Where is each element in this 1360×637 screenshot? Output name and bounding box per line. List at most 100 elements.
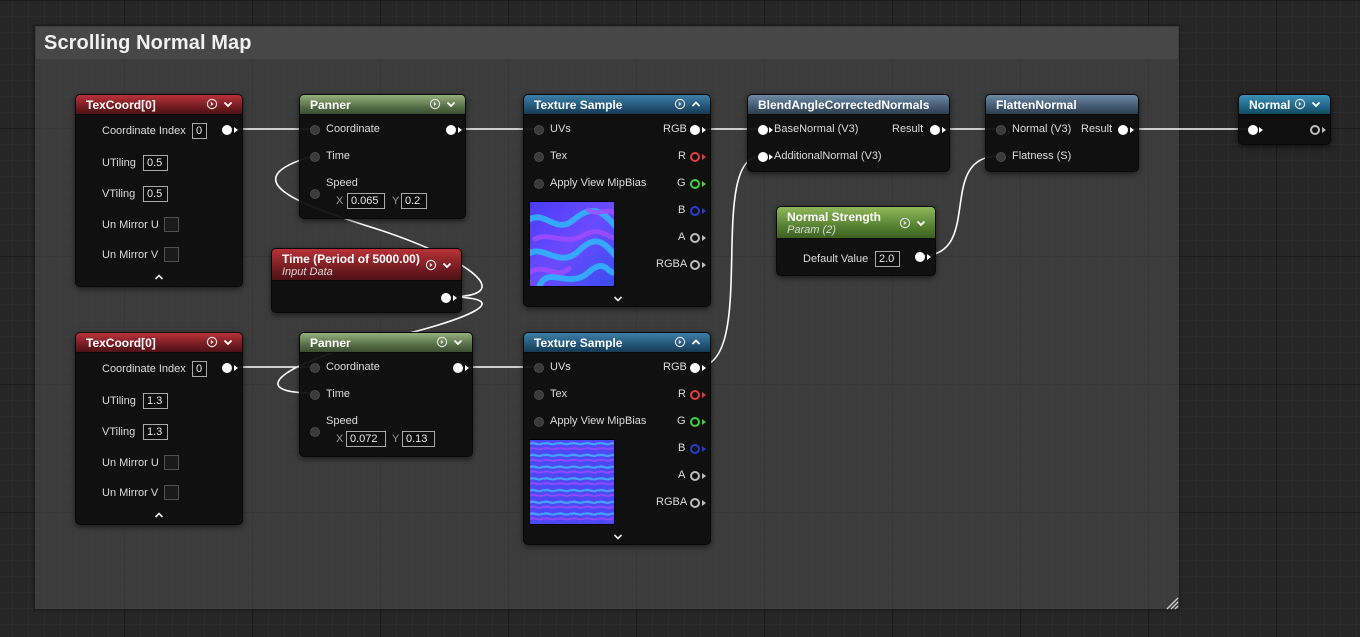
speed-x-input[interactable]: 0.065	[347, 193, 385, 209]
speed-y-input[interactable]: 0.2	[401, 193, 427, 209]
preview-toggle-icon[interactable]	[425, 259, 437, 271]
g-output-pin[interactable]	[690, 179, 700, 189]
preview-toggle-icon[interactable]	[436, 336, 448, 348]
panner-node-2-header[interactable]: Panner	[300, 333, 472, 353]
b-output-pin[interactable]	[690, 444, 700, 454]
speed-input-pin[interactable]	[310, 189, 320, 199]
blend-node-header[interactable]: BlendAngleCorrectedNormals	[748, 95, 949, 115]
flatten-normal-node[interactable]: FlattenNormal Normal (V3) Result Flatnes…	[985, 94, 1139, 172]
panner-output-pin[interactable]	[446, 125, 456, 135]
tex-input-pin[interactable]	[534, 152, 544, 162]
rgba-output-pin[interactable]	[690, 260, 700, 270]
collapse-advanced-chevron-up-icon[interactable]	[154, 511, 164, 519]
texture-sample-node-2[interactable]: Texture Sample UVs RGB Tex R Apply View …	[523, 332, 711, 545]
b-output-pin[interactable]	[690, 206, 700, 216]
collapse-chevron-down-icon[interactable]	[452, 336, 464, 348]
r-output-pin[interactable]	[690, 390, 700, 400]
collapse-advanced-chevron-up-icon[interactable]	[154, 273, 164, 281]
blend-angle-corrected-normals-node[interactable]: BlendAngleCorrectedNormals BaseNormal (V…	[747, 94, 950, 172]
texcoord-node-2-header[interactable]: TexCoord[0]	[76, 333, 242, 353]
node-title: Panner	[310, 98, 351, 112]
collapse-chevron-up-icon[interactable]	[690, 336, 702, 348]
comment-title[interactable]: Scrolling Normal Map	[36, 27, 1178, 59]
time-node[interactable]: Time (Period of 5000.00) Input Data	[271, 248, 462, 313]
mipbias-input-pin[interactable]	[534, 179, 544, 189]
rgba-output-pin[interactable]	[690, 498, 700, 508]
texture-sample-node-1-header[interactable]: Texture Sample	[524, 95, 710, 115]
normal-output-pin[interactable]	[1310, 125, 1320, 135]
uvs-input-pin[interactable]	[534, 125, 544, 135]
vtiling-input[interactable]: 1.3	[143, 424, 168, 440]
normal-output-node[interactable]: Normal	[1238, 94, 1331, 145]
g-output-pin[interactable]	[690, 417, 700, 427]
utiling-input[interactable]: 0.5	[143, 155, 168, 171]
param-output-pin[interactable]	[915, 252, 925, 262]
preview-toggle-icon[interactable]	[1294, 98, 1306, 110]
panner-node-2[interactable]: Panner Coordinate Time Speed X 0.072 Y 0…	[299, 332, 473, 457]
rgb-output-pin[interactable]	[690, 125, 700, 135]
normal-input-pin[interactable]	[996, 125, 1006, 135]
coordinate-input-pin[interactable]	[310, 125, 320, 135]
flatness-input-pin[interactable]	[996, 152, 1006, 162]
collapse-chevron-down-icon[interactable]	[441, 259, 453, 271]
collapse-chevron-down-icon[interactable]	[915, 217, 927, 229]
time-node-header[interactable]: Time (Period of 5000.00) Input Data	[272, 249, 461, 281]
collapse-chevron-down-icon[interactable]	[1310, 98, 1322, 110]
panner-node-1[interactable]: Panner Coordinate Time Speed X 0.065 Y 0…	[299, 94, 466, 219]
collapse-chevron-down-icon[interactable]	[445, 98, 457, 110]
preview-toggle-icon[interactable]	[674, 98, 686, 110]
result-output-pin[interactable]	[1118, 125, 1128, 135]
un-mirror-u-checkbox[interactable]	[164, 217, 179, 232]
preview-toggle-icon[interactable]	[429, 98, 441, 110]
rgb-output-pin[interactable]	[690, 363, 700, 373]
normal-input-pin[interactable]	[1248, 125, 1258, 135]
additional-normal-input-pin[interactable]	[758, 152, 768, 162]
utiling-input[interactable]: 1.3	[143, 393, 168, 409]
panner-node-1-header[interactable]: Panner	[300, 95, 465, 115]
un-mirror-v-checkbox[interactable]	[164, 247, 179, 262]
normal-strength-node[interactable]: Normal Strength Param (2) Default Value …	[776, 206, 936, 276]
flatten-node-header[interactable]: FlattenNormal	[986, 95, 1138, 115]
expand-advanced-chevron-down-icon[interactable]	[613, 295, 623, 303]
uvs-input-pin[interactable]	[534, 363, 544, 373]
texture-sample-node-2-header[interactable]: Texture Sample	[524, 333, 710, 353]
collapse-chevron-down-icon[interactable]	[222, 98, 234, 110]
base-normal-input-pin[interactable]	[758, 125, 768, 135]
vtiling-input[interactable]: 0.5	[143, 186, 168, 202]
time-output-pin[interactable]	[441, 293, 451, 303]
default-value-input[interactable]: 2.0	[875, 251, 900, 267]
un-mirror-v-checkbox[interactable]	[164, 485, 179, 500]
speed-input-pin[interactable]	[310, 427, 320, 437]
speed-x-input[interactable]: 0.072	[346, 431, 386, 447]
tex-input-pin[interactable]	[534, 390, 544, 400]
a-output-pin[interactable]	[690, 233, 700, 243]
time-input-pin[interactable]	[310, 152, 320, 162]
coordinate-index-input[interactable]: 0	[192, 123, 207, 139]
normal-output-header[interactable]: Normal	[1239, 95, 1330, 115]
texcoord-node-1-header[interactable]: TexCoord[0]	[76, 95, 242, 115]
resize-grip-icon[interactable]	[1165, 596, 1179, 610]
preview-toggle-icon[interactable]	[674, 336, 686, 348]
texture-sample-node-1[interactable]: Texture Sample UVs RGB Tex R Apply View …	[523, 94, 711, 307]
expand-advanced-chevron-down-icon[interactable]	[613, 533, 623, 541]
a-output-pin[interactable]	[690, 471, 700, 481]
r-output-pin[interactable]	[690, 152, 700, 162]
texcoord-output-pin[interactable]	[222, 363, 232, 373]
panner-output-pin[interactable]	[453, 363, 463, 373]
un-mirror-u-checkbox[interactable]	[164, 455, 179, 470]
preview-toggle-icon[interactable]	[206, 336, 218, 348]
coordinate-input-pin[interactable]	[310, 363, 320, 373]
collapse-chevron-down-icon[interactable]	[222, 336, 234, 348]
preview-toggle-icon[interactable]	[206, 98, 218, 110]
normal-strength-header[interactable]: Normal Strength Param (2)	[777, 207, 935, 239]
time-input-pin[interactable]	[310, 390, 320, 400]
coordinate-index-input[interactable]: 0	[192, 361, 207, 377]
texcoord-node-1[interactable]: TexCoord[0] Coordinate Index 0 UTiling 0…	[75, 94, 243, 287]
texcoord-output-pin[interactable]	[222, 125, 232, 135]
texcoord-node-2[interactable]: TexCoord[0] Coordinate Index 0 UTiling 1…	[75, 332, 243, 525]
speed-y-input[interactable]: 0.13	[402, 431, 435, 447]
result-output-pin[interactable]	[930, 125, 940, 135]
preview-toggle-icon[interactable]	[899, 217, 911, 229]
collapse-chevron-up-icon[interactable]	[690, 98, 702, 110]
mipbias-input-pin[interactable]	[534, 417, 544, 427]
